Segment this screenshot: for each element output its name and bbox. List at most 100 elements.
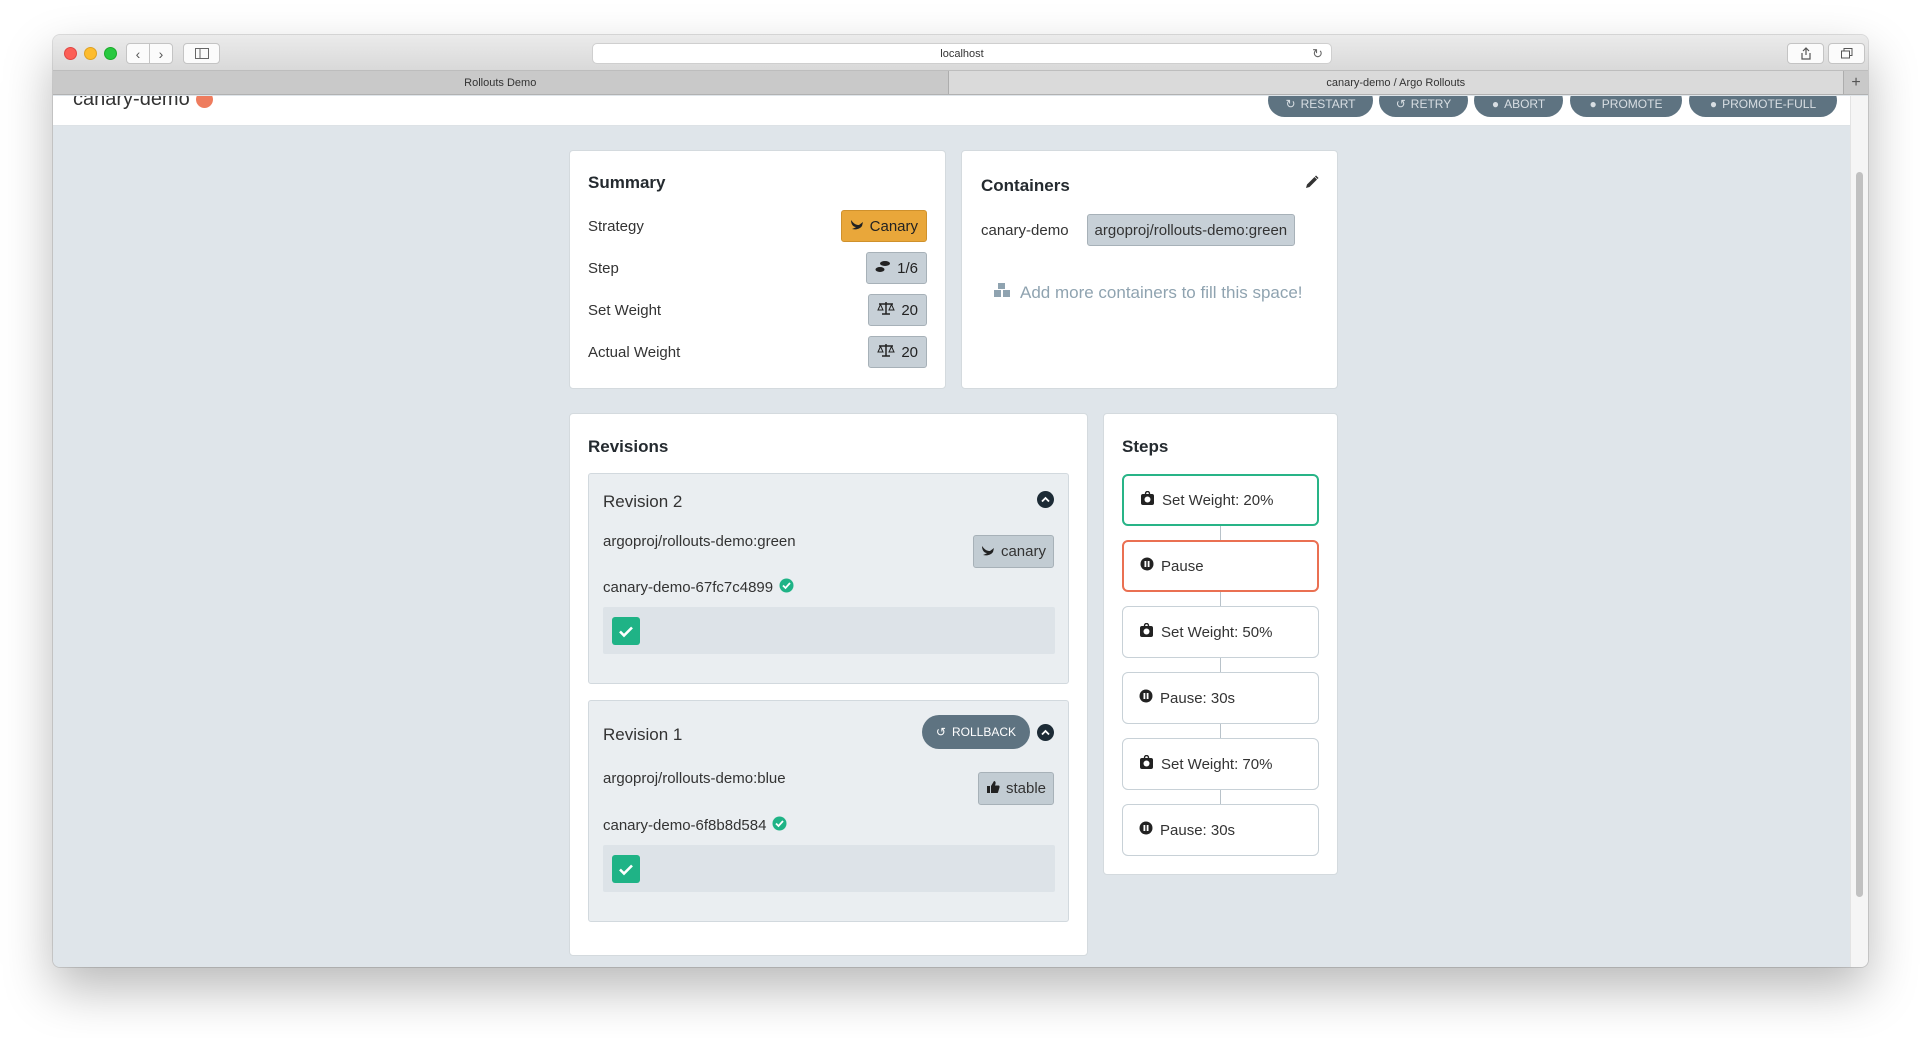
- address-bar[interactable]: localhost ↻: [592, 43, 1332, 64]
- strategy-label: Strategy: [588, 217, 644, 235]
- step-pause-30s[interactable]: Pause: 30s: [1122, 672, 1319, 724]
- check-circle-icon: [779, 578, 794, 597]
- minimize-window-button[interactable]: [84, 47, 97, 60]
- balance-scale-icon: [877, 343, 896, 361]
- pod-healthy[interactable]: [612, 617, 640, 645]
- promote-icon: ●: [1589, 96, 1597, 111]
- step-label: Step: [588, 259, 619, 277]
- share-icon[interactable]: [1787, 43, 1824, 64]
- step-value: 1/6: [897, 259, 918, 277]
- browser-window: ‹ › localhost ↻ Rollouts Demo canary-dem…: [53, 35, 1868, 967]
- revision-card-1: Revision 1 ↺ ROLLBACK argoproj/rollouts-…: [588, 700, 1069, 922]
- url-text: localhost: [940, 47, 984, 60]
- container-name: canary-demo: [981, 221, 1069, 239]
- step-label: Set Weight: 20%: [1162, 491, 1274, 509]
- retry-label: RETRY: [1410, 96, 1452, 111]
- revisions-card: Revisions Revision 2 argoproj/rollouts-d…: [569, 413, 1088, 956]
- strategy-row: Strategy Canary: [588, 209, 927, 243]
- replicaset-name: canary-demo-6f8b8d584: [603, 817, 767, 834]
- sidebar-toggle-icon[interactable]: [183, 43, 220, 64]
- chevron-up-circle-icon[interactable]: [1037, 724, 1054, 741]
- actual-weight-label: Actual Weight: [588, 343, 681, 361]
- weight-icon: [1139, 754, 1154, 774]
- forward-icon[interactable]: ›: [149, 44, 172, 63]
- abort-label: ABORT: [1504, 96, 1546, 111]
- rollout-name-text: canary-demo: [73, 96, 190, 110]
- revision-title: Revision 2: [603, 492, 683, 511]
- pod-healthy[interactable]: [612, 855, 640, 883]
- add-containers-text: Add more containers to fill this space!: [1020, 282, 1303, 302]
- tab-canary-demo[interactable]: canary-demo / Argo Rollouts: [948, 71, 1844, 94]
- zoom-window-button[interactable]: [104, 47, 117, 60]
- rollout-title: canary-demo: [73, 96, 213, 111]
- boxes-icon: [993, 282, 1011, 303]
- scrollbar-thumb[interactable]: [1856, 172, 1863, 897]
- reload-icon[interactable]: ↻: [1312, 46, 1323, 62]
- steps-card: Steps Set Weight: 20% Pause Set Weight: …: [1103, 413, 1338, 875]
- restart-button[interactable]: ↻ RESTART: [1268, 96, 1373, 117]
- set-weight-row: Set Weight 20: [588, 293, 927, 327]
- shoe-prints-icon: [875, 260, 891, 277]
- weight-icon: [1139, 622, 1154, 642]
- step-pause[interactable]: Pause: [1122, 540, 1319, 592]
- pencil-icon[interactable]: [1304, 175, 1319, 195]
- stable-badge-label: stable: [1005, 780, 1046, 797]
- rollback-button[interactable]: ↺ ROLLBACK: [921, 715, 1030, 749]
- abort-button[interactable]: ● ABORT: [1474, 96, 1563, 117]
- step-label: Pause: 30s: [1160, 689, 1236, 707]
- dove-icon: [981, 543, 995, 561]
- revisions-title: Revisions: [588, 437, 669, 456]
- promote-button[interactable]: ● PROMOTE: [1570, 96, 1682, 117]
- step-connector: [1220, 592, 1221, 607]
- thumbs-up-icon: [986, 780, 1000, 798]
- set-weight-value: 20: [901, 301, 918, 319]
- page-scrollbar[interactable]: [1850, 96, 1868, 967]
- step-label: Set Weight: 70%: [1161, 755, 1273, 773]
- actual-weight-value: 20: [901, 343, 918, 361]
- step-label: Pause: 30s: [1160, 821, 1236, 839]
- browser-tabbar: Rollouts Demo canary-demo / Argo Rollout…: [53, 71, 1868, 95]
- step-set-weight-20[interactable]: Set Weight: 20%: [1122, 474, 1319, 526]
- canary-badge-label: canary: [1000, 543, 1046, 560]
- step-set-weight-70[interactable]: Set Weight: 70%: [1122, 738, 1319, 790]
- strategy-badge: Canary: [840, 210, 927, 242]
- promote-full-icon: ●: [1709, 96, 1718, 111]
- tab-overview-icon[interactable]: [1828, 43, 1865, 64]
- retry-icon: ↺: [1395, 96, 1406, 111]
- actual-weight-row: Actual Weight 20: [588, 335, 927, 369]
- browser-titlebar: ‹ › localhost ↻: [53, 35, 1868, 71]
- actual-weight-badge: 20: [868, 336, 927, 368]
- step-connector: [1220, 526, 1221, 541]
- pause-circle-icon: [1139, 689, 1153, 707]
- step-label: Set Weight: 50%: [1161, 623, 1273, 641]
- container-image[interactable]: argoproj/rollouts-demo:green: [1086, 214, 1296, 246]
- back-icon[interactable]: ‹: [127, 44, 149, 63]
- step-set-weight-50[interactable]: Set Weight: 50%: [1122, 606, 1319, 658]
- step-pause-30s-final[interactable]: Pause: 30s: [1122, 804, 1319, 856]
- tab-rollouts-demo[interactable]: Rollouts Demo: [53, 71, 949, 94]
- tab-label: canary-demo / Argo Rollouts: [1326, 76, 1466, 89]
- step-row: Step 1/6: [588, 251, 927, 285]
- abort-icon: ●: [1491, 96, 1500, 111]
- restart-icon: ↻: [1285, 96, 1296, 111]
- step-connector: [1220, 724, 1221, 739]
- pause-circle-icon: [1139, 821, 1153, 839]
- replicaset-row: canary-demo-67fc7c4899: [603, 578, 794, 597]
- retry-button[interactable]: ↺ RETRY: [1379, 96, 1468, 117]
- weight-icon: [1140, 490, 1155, 510]
- containers-card: Containers canary-demo argoproj/rollouts…: [961, 150, 1338, 389]
- rollout-header: canary-demo ↻ RESTART ↺ RETRY ● ABORT ● PROM…: [53, 96, 1850, 126]
- step-connector: [1220, 790, 1221, 805]
- check-circle-icon: [772, 816, 787, 835]
- close-window-button[interactable]: [64, 47, 77, 60]
- revision-image: argoproj/rollouts-demo:green: [603, 533, 796, 550]
- stable-badge: stable: [977, 772, 1054, 805]
- chevron-up-circle-icon[interactable]: [1037, 491, 1054, 508]
- set-weight-label: Set Weight: [588, 301, 662, 319]
- restart-label: RESTART: [1300, 96, 1356, 111]
- promote-full-button[interactable]: ● PROMOTE-FULL: [1689, 96, 1837, 117]
- strategy-value: Canary: [869, 217, 918, 235]
- set-weight-badge: 20: [868, 294, 927, 326]
- new-tab-button[interactable]: +: [1844, 71, 1868, 94]
- tab-label: Rollouts Demo: [464, 76, 537, 89]
